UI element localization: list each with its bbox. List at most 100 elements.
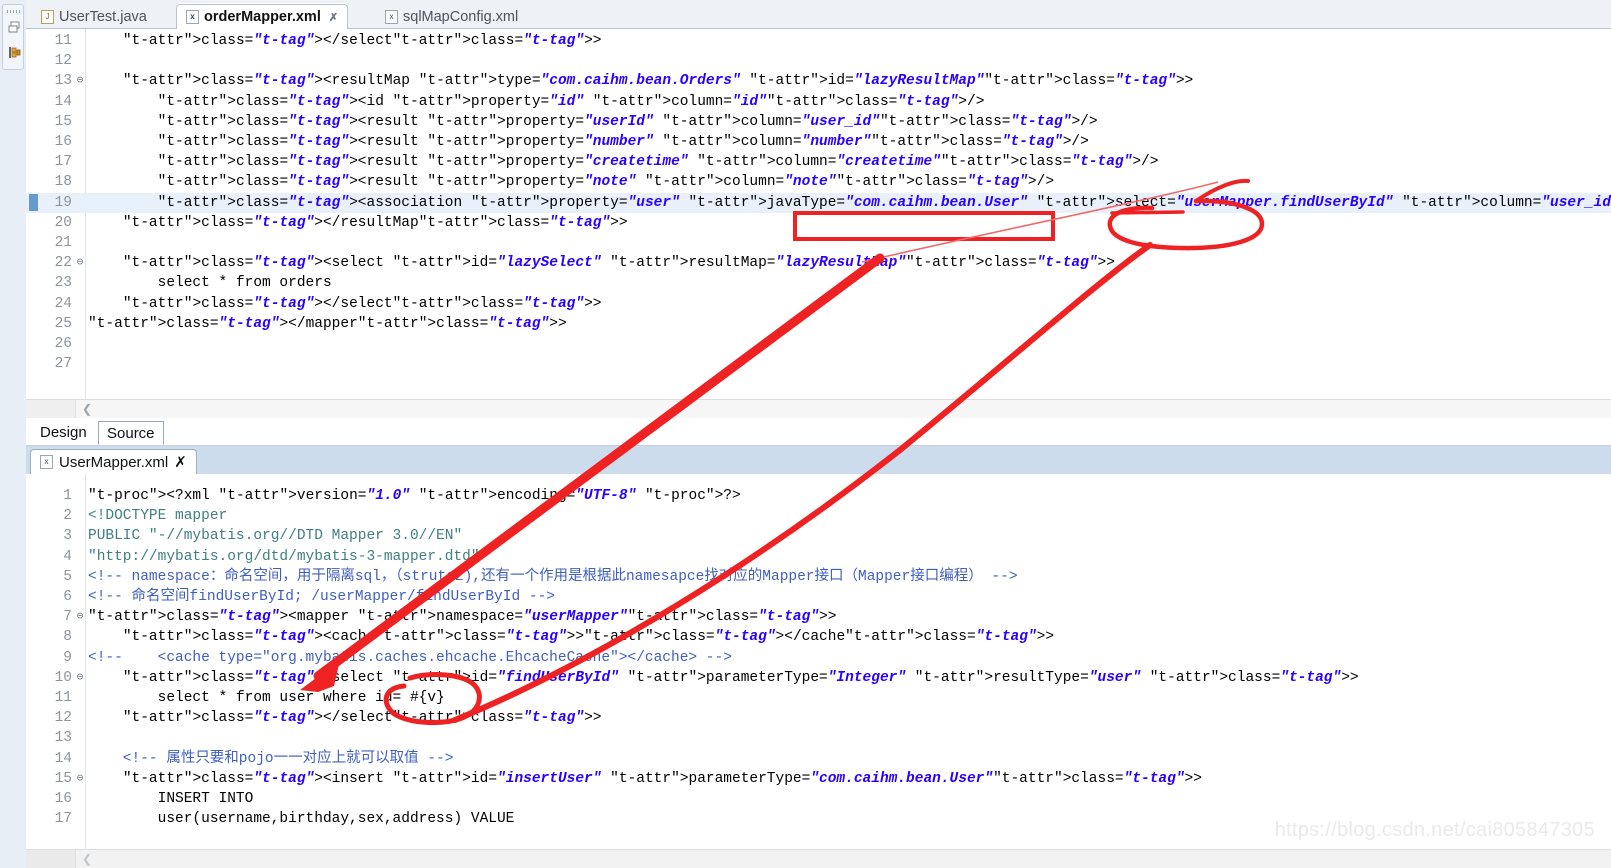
- code-text: "t-attr">class="t-tag"><mapper "t-attr">…: [88, 609, 837, 626]
- fold-toggle-icon[interactable]: ⊖: [74, 71, 86, 91]
- code-line[interactable]: 4 "http://mybatis.org/dtd/mybatis-3-mappe…: [26, 547, 1611, 567]
- code-line[interactable]: 3 PUBLIC "-//mybatis.org//DTD Mapper 3.0/…: [26, 526, 1611, 546]
- tab-UserTest-java[interactable]: J UserTest.java: [32, 4, 156, 29]
- code-text: select * from orders: [88, 275, 332, 292]
- bottom-code-area[interactable]: 1 "t-proc"><?xml "t-attr">version="1.0" "…: [26, 474, 1611, 849]
- design-source-tabbar: Design Source: [26, 418, 1611, 446]
- tab-source[interactable]: Source: [98, 421, 164, 445]
- csdn-watermark: https://blog.csdn.net/cai805847305: [1274, 819, 1595, 841]
- code-line[interactable]: 6 <!-- 命名空间findUserById; /userMapper/find…: [26, 587, 1611, 607]
- code-line[interactable]: 8 "t-attr">class="t-tag"><cache"t-attr">…: [26, 627, 1611, 647]
- tab-UserMapper-xml[interactable]: x UserMapper.xml ✗: [30, 449, 197, 474]
- code-text: <!-- <cache type="org.mybatis.caches.ehc…: [88, 649, 732, 666]
- code-line[interactable]: 10 ⊖ "t-attr">class="t-tag"><select "t-at…: [26, 668, 1611, 688]
- package-explorer-icon[interactable]: [7, 45, 22, 60]
- code-line[interactable]: 20 "t-attr">class="t-tag"></resultMap"t-…: [26, 213, 1611, 233]
- tab-label: sqlMapConfig.xml: [403, 8, 519, 25]
- java-file-icon: J: [41, 9, 54, 24]
- line-number: 26: [54, 336, 72, 352]
- line-number: 16: [54, 791, 72, 807]
- line-number: 3: [63, 528, 72, 545]
- line-number: 15: [54, 113, 72, 130]
- code-line[interactable]: 14 <!-- 属性只要和pojo一一对应上就可以取值 -->: [26, 749, 1611, 769]
- code-line[interactable]: 11 select * from user where id= #{v}: [26, 688, 1611, 708]
- code-line[interactable]: 7 ⊖ "t-attr">class="t-tag"><mapper "t-attr…: [26, 607, 1611, 627]
- code-line[interactable]: 9 <!-- <cache type="org.mybatis.caches.eh…: [26, 648, 1611, 668]
- tab-orderMapper-xml[interactable]: x orderMapper.xml ✗: [176, 4, 349, 29]
- scrollbar-track-left[interactable]: [26, 850, 76, 868]
- fold-toggle-icon[interactable]: ⊖: [74, 769, 86, 789]
- code-line[interactable]: 18 "t-attr">class="t-tag"><result "t-att…: [26, 172, 1611, 192]
- line-number: 10: [54, 669, 72, 686]
- code-line[interactable]: 2 <!DOCTYPE mapper: [26, 506, 1611, 526]
- line-number: 16: [54, 134, 72, 150]
- code-line[interactable]: 13: [26, 728, 1611, 748]
- fold-toggle-icon[interactable]: ⊖: [74, 607, 86, 627]
- code-line[interactable]: 22 ⊖ "t-attr">class="t-tag"><select "t-at…: [26, 253, 1611, 273]
- tab-sqlMapConfig-xml[interactable]: x sqlMapConfig.xml: [376, 4, 527, 29]
- code-line[interactable]: 26: [26, 334, 1611, 354]
- code-line[interactable]: 12 "t-attr">class="t-tag"></select"t-att…: [26, 708, 1611, 728]
- code-text: "t-attr">class="t-tag"><insert "t-attr">…: [122, 770, 1202, 787]
- top-horizontal-scrollbar[interactable]: ❮: [26, 399, 1611, 418]
- line-number: 17: [54, 811, 72, 828]
- eclipse-ide-window: J UserTest.java x orderMapper.xml ✗ x sq…: [0, 0, 1611, 868]
- bottom-horizontal-scrollbar[interactable]: ❮: [26, 849, 1611, 868]
- code-line[interactable]: 12: [26, 51, 1611, 71]
- line-number: 15: [54, 770, 72, 787]
- code-text: "t-attr">class="t-tag"><cache"t-attr">cl…: [122, 629, 1055, 646]
- code-text: "t-attr">class="t-tag"></mapper"t-attr">…: [88, 315, 567, 332]
- tab-label: UserTest.java: [59, 8, 147, 25]
- tab-label: UserMapper.xml: [59, 453, 169, 471]
- line-number: 7: [63, 609, 72, 626]
- code-line[interactable]: 19 "t-attr">class="t-tag"><association "…: [26, 192, 1611, 213]
- line-number: 12: [54, 53, 72, 70]
- line-number: 27: [54, 356, 72, 373]
- line-number: 14: [54, 750, 72, 767]
- line-number: 19: [54, 194, 72, 211]
- minimized-view-panel[interactable]: [2, 4, 24, 70]
- code-line[interactable]: 16 "t-attr">class="t-tag"><result "t-att…: [26, 132, 1611, 152]
- view-drag-handle[interactable]: [7, 10, 21, 13]
- code-line[interactable]: 21: [26, 233, 1611, 253]
- code-line[interactable]: 11 "t-attr">class="t-tag"></select"t-att…: [26, 31, 1611, 51]
- code-text: "t-attr">class="t-tag"></select"t-attr">…: [122, 295, 602, 312]
- line-number: 20: [54, 214, 72, 231]
- line-number: 14: [54, 93, 72, 110]
- code-line[interactable]: 24 "t-attr">class="t-tag"></select"t-att…: [26, 294, 1611, 314]
- code-line[interactable]: 14 "t-attr">class="t-tag"><id "t-attr">p…: [26, 92, 1611, 112]
- top-editor-tabbar: J UserTest.java x orderMapper.xml ✗ x sq…: [26, 0, 1611, 29]
- line-number: 9: [63, 649, 72, 666]
- line-number: 17: [54, 154, 72, 171]
- code-line[interactable]: 5 <!-- namespace：命名空间，用于隔离sql，（struts2),还…: [26, 567, 1611, 587]
- code-line[interactable]: 1 "t-proc"><?xml "t-attr">version="1.0" "…: [26, 486, 1611, 506]
- code-text: <!-- 属性只要和pojo一一对应上就可以取值 -->: [88, 750, 454, 767]
- top-code-area[interactable]: 11 "t-attr">class="t-tag"></select"t-att…: [26, 29, 1611, 399]
- scrollbar-track-left[interactable]: [26, 400, 76, 418]
- code-line[interactable]: 27: [26, 354, 1611, 374]
- chevron-left-icon[interactable]: ❮: [82, 852, 92, 866]
- code-line[interactable]: 15 "t-attr">class="t-tag"><result "t-att…: [26, 112, 1611, 132]
- code-line[interactable]: 16 INSERT INTO: [26, 789, 1611, 809]
- code-line[interactable]: 15 ⊖ "t-attr">class="t-tag"><insert "t-at…: [26, 769, 1611, 789]
- code-text: "t-attr">class="t-tag"><result "t-attr">…: [157, 174, 1055, 191]
- line-number: 8: [63, 629, 72, 646]
- code-line[interactable]: 23 select * from orders: [26, 273, 1611, 293]
- code-line[interactable]: 13 ⊖ "t-attr">class="t-tag"><resultMap "t…: [26, 71, 1611, 91]
- line-number: 18: [54, 174, 72, 191]
- chevron-left-icon[interactable]: ❮: [82, 402, 92, 416]
- fold-toggle-icon[interactable]: ⊖: [74, 253, 86, 273]
- line-number: 13: [54, 730, 72, 747]
- restore-view-icon[interactable]: [7, 20, 22, 35]
- code-text: "t-attr">class="t-tag"></select"t-attr">…: [122, 710, 602, 727]
- tab-design[interactable]: Design: [32, 421, 95, 445]
- close-icon[interactable]: ✗: [174, 453, 187, 471]
- code-line[interactable]: 25 "t-attr">class="t-tag"></mapper"t-attr…: [26, 314, 1611, 334]
- line-number: 13: [54, 73, 72, 90]
- code-line[interactable]: 17 "t-attr">class="t-tag"><result "t-att…: [26, 152, 1611, 172]
- close-icon[interactable]: ✗: [329, 11, 338, 24]
- code-text: "t-attr">class="t-tag"><id "t-attr">prop…: [157, 93, 985, 110]
- fold-toggle-icon[interactable]: ⊖: [74, 668, 86, 688]
- line-number: 21: [54, 235, 72, 251]
- line-number: 6: [63, 589, 72, 605]
